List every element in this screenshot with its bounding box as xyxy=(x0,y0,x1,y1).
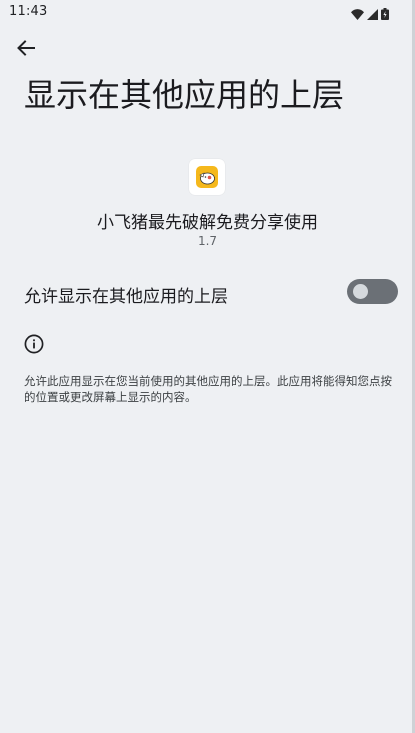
app-icon xyxy=(189,159,225,195)
overlay-permission-toggle[interactable] xyxy=(347,279,398,304)
overlay-permission-row[interactable]: 允许显示在其他应用的上层 xyxy=(0,270,415,314)
signal-icon xyxy=(367,5,378,24)
toggle-knob xyxy=(353,284,368,299)
wifi-icon xyxy=(351,5,364,24)
app-version: 1.7 xyxy=(197,234,218,248)
app-logo-icon xyxy=(196,166,218,188)
permission-description: 允许此应用显示在您当前使用的其他应用的上层。此应用将能得知您点按的位置或更改屏幕… xyxy=(24,374,392,404)
status-bar: 11:43 xyxy=(0,0,415,24)
status-time: 11:43 xyxy=(9,4,48,19)
overlay-permission-label: 允许显示在其他应用的上层 xyxy=(24,287,228,307)
battery-icon xyxy=(381,5,389,24)
info-icon xyxy=(24,334,44,354)
status-icons xyxy=(351,5,389,24)
app-name: 小飞猪最先破解免费分享使用 xyxy=(97,213,318,233)
arrow-back-icon xyxy=(17,40,35,60)
page-title: 显示在其他应用的上层 xyxy=(24,76,345,114)
back-button[interactable] xyxy=(12,36,40,64)
